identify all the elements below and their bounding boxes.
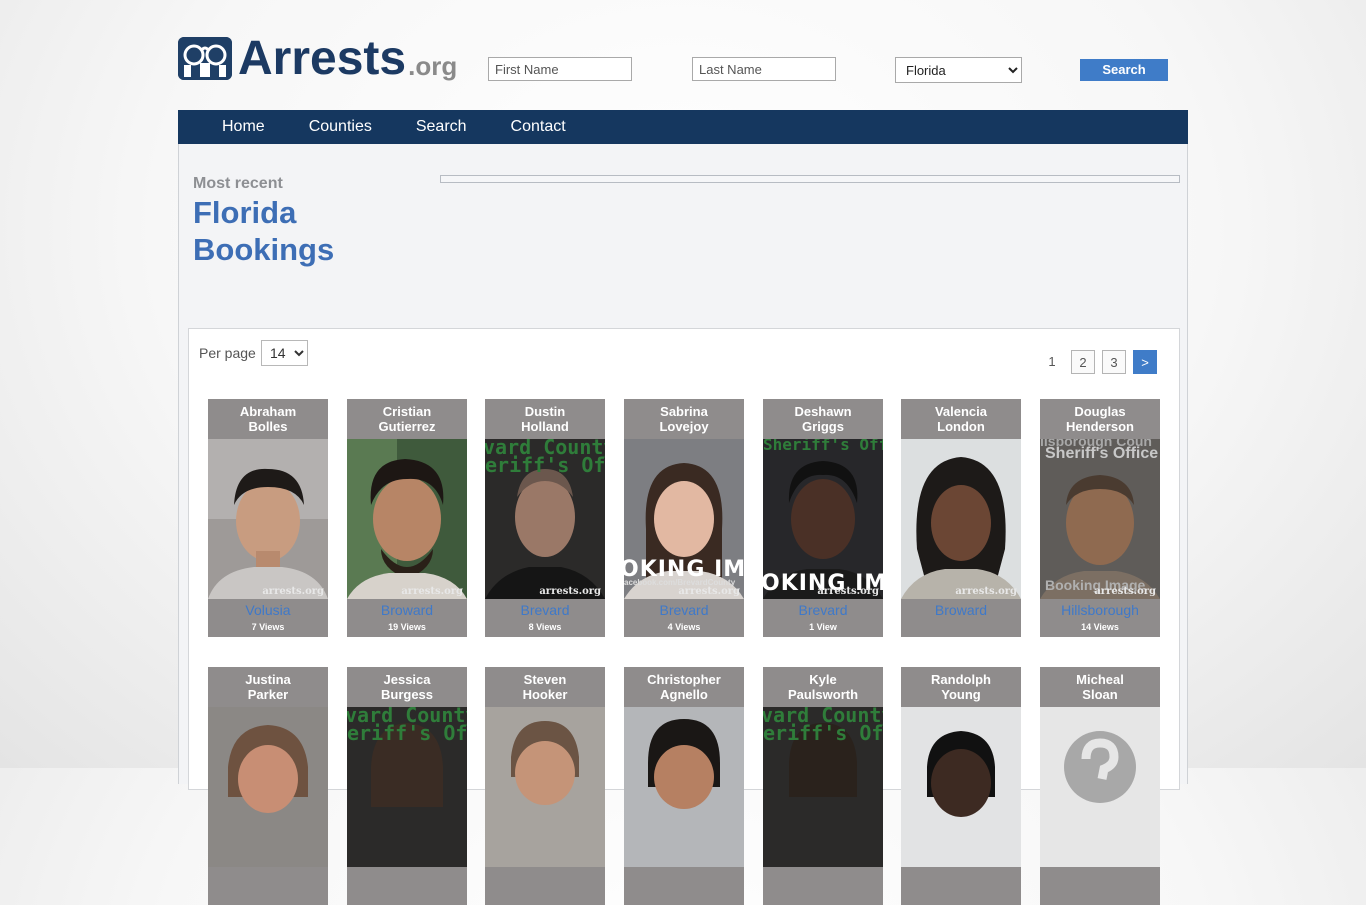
person-name[interactable]: Dustin Holland — [485, 404, 605, 434]
mugshot-photo[interactable] — [901, 707, 1021, 867]
per-page-select[interactable]: 14 — [261, 340, 308, 366]
state-select[interactable]: Florida — [895, 57, 1022, 83]
mugshot-photo[interactable]: OKING IMA acebook.com/BrevardCounty arre… — [624, 439, 744, 599]
page-next-button[interactable]: > — [1133, 350, 1157, 374]
person-name[interactable]: Abraham Bolles — [208, 404, 328, 434]
nav-search[interactable]: Search — [416, 118, 467, 136]
person-name[interactable]: Kyle Paulsworth — [763, 672, 883, 702]
booking-card[interactable]: Cristian Gutierrez arrests.org Broward 19… — [347, 399, 467, 637]
search-button[interactable]: Search — [1080, 59, 1168, 81]
mugshot-photo[interactable]: Sheriff's Office OKING IM arrests.org — [763, 439, 883, 599]
mugshot-photo[interactable] — [208, 707, 328, 867]
watermark: arrests.org — [678, 586, 740, 597]
person-name[interactable]: Jessica Burgess — [347, 672, 467, 702]
mugshot-photo[interactable]: llsborough Coun Sheriff's Office Booking… — [1040, 439, 1160, 599]
booking-card[interactable]: Micheal Sloan — [1040, 667, 1160, 905]
watermark: arrests.org — [955, 586, 1017, 597]
mugshot-photo[interactable]: vard County eriff's Offi — [763, 707, 883, 867]
last-name-input[interactable] — [692, 57, 836, 81]
page-title-line1: Florida — [193, 195, 297, 230]
main-nav: Home Counties Search Contact — [178, 110, 1188, 144]
logo-tld: .org — [408, 51, 458, 81]
site-header: Arrests .org Florida Search — [0, 0, 1366, 110]
unknown-person-icon — [1040, 707, 1160, 867]
booking-card[interactable]: Justina Parker — [208, 667, 328, 905]
county-link[interactable]: Brevard — [485, 602, 605, 618]
view-count: 8 Views — [528, 622, 562, 632]
first-name-input[interactable] — [488, 57, 632, 81]
booking-card[interactable]: KylePaulsworth vard County eriff's Offi — [763, 667, 883, 905]
overlay-text: Sheriff's Office — [763, 439, 883, 454]
mugshot-photo[interactable] — [485, 707, 605, 867]
person-name[interactable]: Randolph Young — [901, 672, 1021, 702]
person-name[interactable]: Valencia London — [901, 404, 1021, 434]
person-name[interactable]: Douglas Henderson — [1040, 404, 1160, 434]
overlay-text: eriff's Offi — [347, 721, 467, 745]
booking-card[interactable]: JessicaBurgess vard County eriff's Offi — [347, 667, 467, 905]
person-name[interactable]: Sabrina Lovejoy — [624, 404, 744, 434]
site-logo[interactable]: Arrests .org — [178, 33, 457, 83]
person-name[interactable]: Deshawn Griggs — [763, 404, 883, 434]
per-page-label: Per page — [199, 345, 256, 361]
watermark: arrests.org — [539, 586, 601, 597]
county-link[interactable]: Broward — [901, 602, 1021, 618]
person-name[interactable]: Steven Hooker — [485, 672, 605, 702]
overlay-text: eriff's Offi — [763, 721, 883, 745]
person-name[interactable]: Justina Parker — [208, 672, 328, 702]
booking-card[interactable]: Steven Hooker — [485, 667, 605, 905]
ad-placeholder — [440, 175, 1180, 183]
county-link[interactable]: Brevard — [624, 602, 744, 618]
person-name[interactable]: Cristian Gutierrez — [347, 404, 467, 434]
booking-card[interactable]: Randolph Young — [901, 667, 1021, 905]
county-link[interactable]: Brevard — [763, 602, 883, 618]
person-name[interactable]: Micheal Sloan — [1040, 672, 1160, 702]
county-link[interactable]: Hillsborough — [1040, 602, 1160, 618]
county-link[interactable]: Broward — [347, 602, 467, 618]
booking-card[interactable]: DustinHolland vard County eriff's Offi a… — [485, 399, 605, 637]
page-title: Florida Bookings — [193, 194, 334, 268]
view-count: 7 Views — [251, 622, 285, 632]
no-photo-placeholder[interactable] — [1040, 707, 1160, 867]
view-count: 1 View — [809, 622, 837, 632]
view-count: 19 Views — [388, 622, 426, 632]
overlay-text: Sheriff's Office — [1045, 445, 1159, 462]
nav-home[interactable]: Home — [222, 118, 265, 136]
watermark: arrests.org — [401, 586, 463, 597]
watermark: arrests.org — [262, 586, 324, 597]
page-title-line2: Bookings — [193, 232, 335, 267]
mugshot-photo[interactable]: vard County eriff's Offi arrests.org — [485, 439, 605, 599]
nav-counties[interactable]: Counties — [309, 118, 372, 136]
view-count: 14 Views — [1081, 622, 1119, 632]
booking-card[interactable]: Douglas Henderson llsborough Coun Sheriff… — [1040, 399, 1160, 637]
watermark: arrests.org — [1094, 586, 1156, 597]
booking-card[interactable]: SabrinaLovejoy OKING IMA acebook.com/Bre… — [624, 399, 744, 637]
overlay-text: eriff's Offi — [485, 453, 605, 477]
page-link-3[interactable]: 3 — [1102, 350, 1126, 374]
booking-card[interactable]: DeshawnGriggs Sheriff's Office OKING IM … — [763, 399, 883, 637]
page-link-2[interactable]: 2 — [1071, 350, 1095, 374]
watermark: arrests.org — [817, 586, 879, 597]
nav-contact[interactable]: Contact — [511, 118, 566, 136]
mugshot-photo[interactable]: arrests.org — [901, 439, 1021, 599]
page-kicker: Most recent — [193, 175, 283, 192]
logo-wordmark: Arrests — [238, 32, 407, 85]
mugshot-photo[interactable]: vard County eriff's Offi — [347, 707, 467, 867]
view-count: 4 Views — [667, 622, 701, 632]
person-name[interactable]: Christopher Agnello — [624, 672, 744, 702]
county-link[interactable]: Volusia — [208, 602, 328, 618]
pagination: 1 2 3 > — [1033, 350, 1157, 374]
page-current: 1 — [1048, 354, 1056, 369]
booking-card[interactable]: Christopher Agnello — [624, 667, 744, 905]
bookings-panel: Per page 14 1 2 3 > Abraham Bolles arrest… — [188, 328, 1180, 905]
mugshot-photo[interactable]: arrests.org — [208, 439, 328, 599]
booking-card[interactable]: Valencia London arrests.org Broward — [901, 399, 1021, 637]
main-content: Most recent Florida Bookings Per page 14… — [178, 144, 1188, 905]
mugshot-photo[interactable] — [624, 707, 744, 867]
handcuffs-logo-icon — [178, 37, 232, 80]
booking-card[interactable]: Abraham Bolles arrests.org Volusia 7 View… — [208, 399, 328, 637]
mugshot-photo[interactable]: arrests.org — [347, 439, 467, 599]
